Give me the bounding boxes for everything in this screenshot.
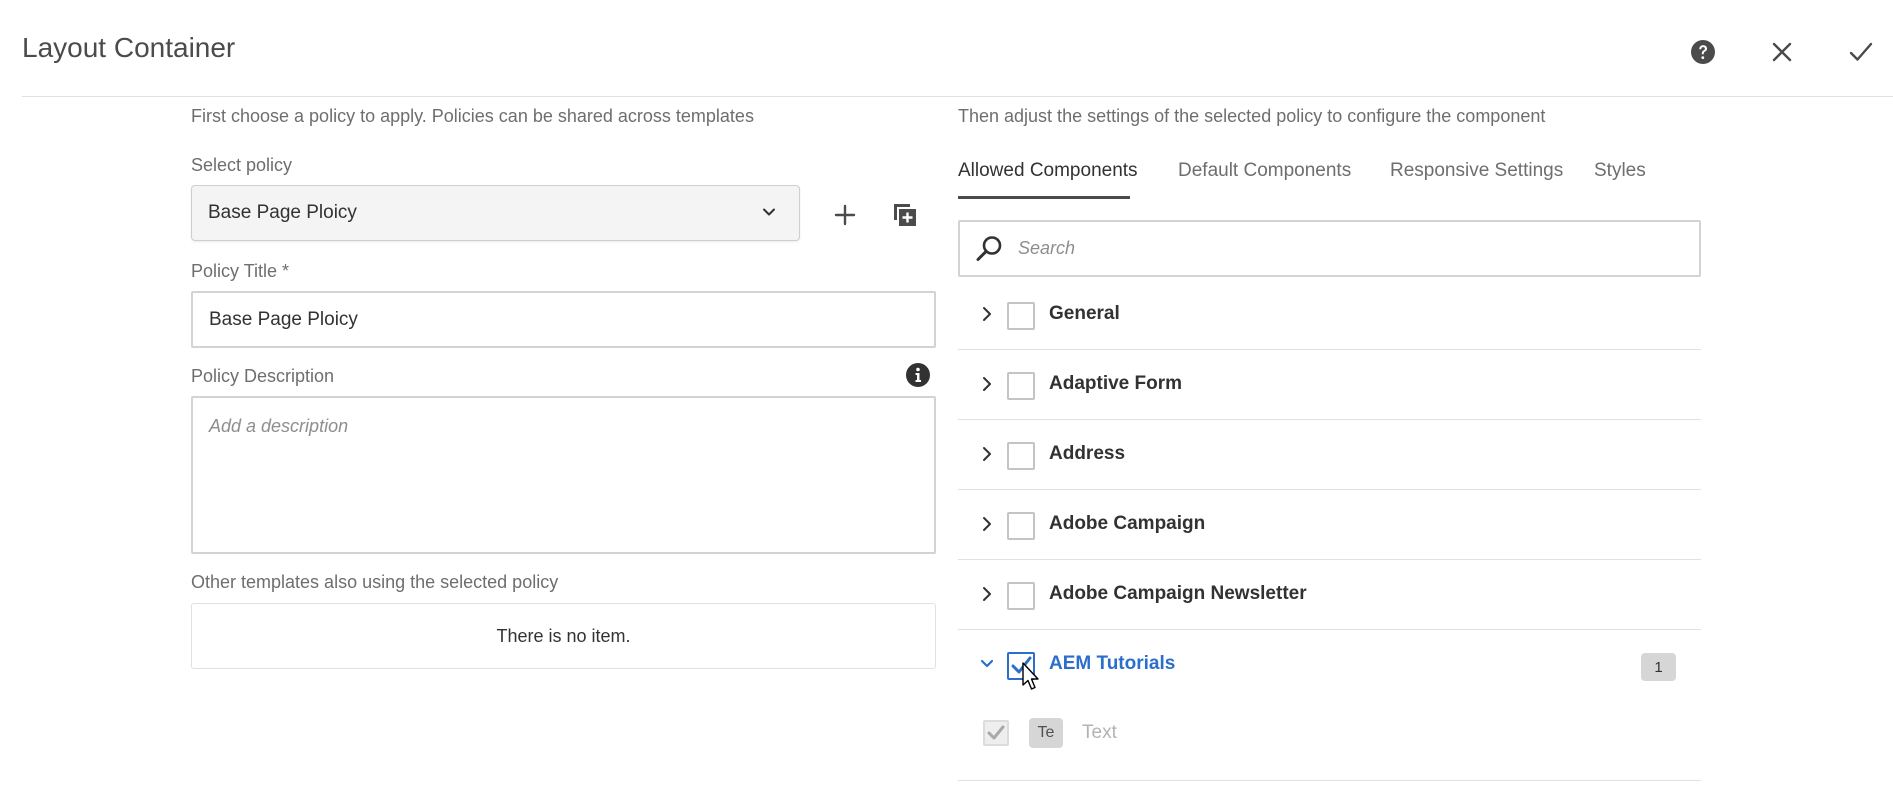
- settings-intro-text: Then adjust the settings of the selected…: [958, 106, 1546, 126]
- checkmark-icon: [1849, 42, 1873, 61]
- active-tab-indicator: [958, 196, 1130, 199]
- component-item-text: Te Text: [958, 698, 1701, 781]
- component-label: Text: [1082, 722, 1117, 743]
- select-policy-dropdown[interactable]: Base Page Ploicy: [191, 185, 800, 241]
- component-group-address: Address: [958, 420, 1701, 490]
- policy-title-value: Base Page Ploicy: [209, 308, 358, 330]
- chevron-right-icon[interactable]: [980, 515, 994, 533]
- component-icon-abbreviation: Te: [1029, 718, 1063, 748]
- policy-description-textarea[interactable]: Add a description: [191, 396, 936, 554]
- close-button[interactable]: [1764, 34, 1800, 70]
- policy-intro-text: First choose a policy to apply. Policies…: [191, 106, 754, 126]
- chevron-right-icon[interactable]: [980, 445, 994, 463]
- component-group-aem-tutorials: AEM Tutorials 1: [958, 630, 1701, 700]
- empty-list-message: There is no item.: [496, 625, 631, 646]
- group-checkbox[interactable]: [1007, 442, 1035, 470]
- search-icon: [976, 235, 1002, 261]
- policy-description-label: Policy Description: [191, 366, 335, 386]
- tab-default-components[interactable]: Default Components: [1178, 160, 1351, 182]
- other-templates-label: Other templates also using the selected …: [191, 572, 559, 592]
- add-policy-button[interactable]: [825, 195, 865, 235]
- policy-description-placeholder: Add a description: [209, 416, 349, 436]
- group-label: Adobe Campaign: [1049, 513, 1206, 534]
- checkmark-icon: [1011, 656, 1032, 674]
- group-checkbox[interactable]: [1007, 582, 1035, 610]
- duplicate-icon: [894, 204, 916, 226]
- group-label: Adobe Campaign Newsletter: [1049, 583, 1307, 604]
- help-button[interactable]: [1685, 34, 1721, 70]
- component-group-adobe-campaign-newsletter: Adobe Campaign Newsletter: [958, 560, 1701, 630]
- component-checkbox-disabled: [983, 720, 1009, 746]
- group-checkbox[interactable]: [1007, 512, 1035, 540]
- chevron-right-icon[interactable]: [980, 375, 994, 393]
- tab-allowed-components[interactable]: Allowed Components: [958, 160, 1138, 182]
- chevron-right-icon[interactable]: [980, 585, 994, 603]
- policy-title-input[interactable]: Base Page Ploicy: [191, 291, 936, 348]
- policy-title-label: Policy Title *: [191, 261, 290, 281]
- tab-styles[interactable]: Styles: [1594, 160, 1646, 182]
- component-group-adobe-campaign: Adobe Campaign: [958, 490, 1701, 560]
- group-label: AEM Tutorials: [1049, 653, 1176, 674]
- header-divider: [22, 96, 1893, 97]
- group-label: Address: [1049, 443, 1126, 464]
- search-placeholder: Search: [1018, 238, 1076, 258]
- close-icon: [1772, 42, 1792, 62]
- component-group-general: General: [958, 280, 1701, 350]
- chevron-down-icon[interactable]: [980, 655, 994, 673]
- dialog-title: Layout Container: [22, 32, 236, 63]
- select-policy-label: Select policy: [191, 155, 293, 175]
- checkmark-icon: [987, 725, 1005, 740]
- select-policy-value: Base Page Ploicy: [208, 202, 357, 223]
- duplicate-policy-button[interactable]: [885, 195, 925, 235]
- info-icon[interactable]: [905, 362, 931, 388]
- group-label: Adaptive Form: [1049, 373, 1183, 394]
- plus-icon: [834, 204, 856, 226]
- group-checkbox[interactable]: [1007, 302, 1035, 330]
- group-checkbox-checked[interactable]: [1007, 652, 1035, 680]
- component-group-adaptive-form: Adaptive Form: [958, 350, 1701, 420]
- chevron-right-icon[interactable]: [980, 305, 994, 323]
- help-circle-icon: [1691, 40, 1715, 64]
- group-checkbox[interactable]: [1007, 372, 1035, 400]
- other-templates-list: There is no item.: [191, 603, 936, 669]
- tab-responsive-settings[interactable]: Responsive Settings: [1390, 160, 1563, 182]
- component-search-input[interactable]: Search: [958, 220, 1701, 277]
- dialog-header: Layout Container: [0, 0, 1893, 97]
- done-button[interactable]: [1843, 34, 1879, 70]
- selected-count-badge: 1: [1641, 653, 1676, 681]
- group-label: General: [1049, 303, 1120, 324]
- chevron-down-icon: [763, 208, 775, 216]
